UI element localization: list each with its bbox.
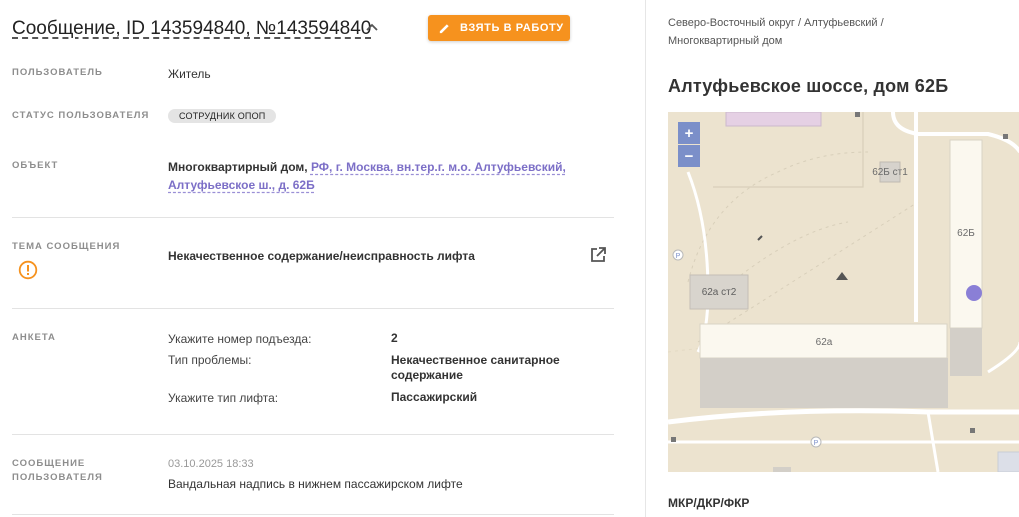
survey-question: Укажите номер подъезда: xyxy=(168,332,312,346)
survey-question: Тип проблемы: xyxy=(168,353,252,367)
topic-label: ТЕМА СООБЩЕНИЯ xyxy=(12,241,121,252)
warning-icon xyxy=(18,260,38,280)
zoom-out-button[interactable]: − xyxy=(678,145,700,167)
location-marker[interactable] xyxy=(966,285,982,301)
user-label: ПОЛЬЗОВАТЕЛЬ xyxy=(12,67,103,78)
message-label: ПОЛЬЗОВАТЕЛЯ xyxy=(12,472,103,483)
survey-answer: 2 xyxy=(391,331,398,345)
breadcrumb-line: Северо-Восточный округ / Алтуфьевский / xyxy=(668,17,884,29)
object-label: ОБЪЕКТ xyxy=(12,160,59,171)
topic-value: Некачественное содержание/неисправность … xyxy=(168,249,475,263)
building-label: 62а xyxy=(816,337,833,348)
survey-label: АНКЕТА xyxy=(12,332,56,343)
object-type: Многоквартирный дом, xyxy=(168,160,308,174)
message-date: 03.10.2025 18:33 xyxy=(168,458,254,470)
map[interactable]: 62Б ст1 62а ст2 62Б 62а P P + − xyxy=(668,112,1019,472)
survey-answer: содержание xyxy=(391,368,463,382)
message-title[interactable]: Сообщение, ID 143594840, №143594840 xyxy=(12,18,371,40)
open-external-icon[interactable] xyxy=(588,245,608,265)
user-status-label: СТАТУС ПОЛЬЗОВАТЕЛЯ xyxy=(12,110,150,121)
take-to-work-label: ВЗЯТЬ В РАБОТУ xyxy=(460,22,564,34)
user-value: Житель xyxy=(168,67,211,81)
building-label: 62Б ст1 xyxy=(872,167,908,178)
divider xyxy=(12,514,614,515)
location-panel: Северо-Восточный округ / Алтуфьевский / … xyxy=(645,0,1019,517)
divider xyxy=(12,308,614,309)
object-value: Многоквартирный дом, РФ, г. Москва, вн.т… xyxy=(168,158,608,194)
take-to-work-button[interactable]: ВЗЯТЬ В РАБОТУ xyxy=(428,15,570,41)
zoom-in-button[interactable]: + xyxy=(678,122,700,144)
chevron-up-icon[interactable] xyxy=(364,20,380,36)
breadcrumb: Северо-Восточный округ / Алтуфьевский / … xyxy=(668,14,928,50)
pencil-icon xyxy=(439,23,449,33)
message-details-panel: Сообщение, ID 143594840, №143594840 ВЗЯТ… xyxy=(0,0,645,517)
divider xyxy=(12,434,614,435)
title-row: Сообщение, ID 143594840, №143594840 ВЗЯТ… xyxy=(12,14,612,44)
survey-answer: Пассажирский xyxy=(391,390,478,404)
message-label: СООБЩЕНИЕ xyxy=(12,458,86,469)
survey-question: Укажите тип лифта: xyxy=(168,391,279,405)
address-title: Алтуфьевское шоссе, дом 62Б xyxy=(668,76,949,96)
message-text: Вандальная надпись в нижнем пассажирском… xyxy=(168,477,463,491)
parking-icon: P xyxy=(814,440,819,447)
building-label: 62а ст2 xyxy=(702,287,737,298)
divider xyxy=(12,217,614,218)
status-badge: СОТРУДНИК ОПОП xyxy=(168,109,277,123)
breadcrumb-line: Многоквартирный дом xyxy=(668,35,783,47)
map-canvas: 62Б ст1 62а ст2 62Б 62а P P xyxy=(668,112,1019,472)
section-title: МКР/ДКР/ФКР xyxy=(668,496,750,510)
parking-icon: P xyxy=(676,253,681,260)
survey-answer: Некачественное санитарное xyxy=(391,353,560,367)
building-label: 62Б xyxy=(957,228,975,239)
